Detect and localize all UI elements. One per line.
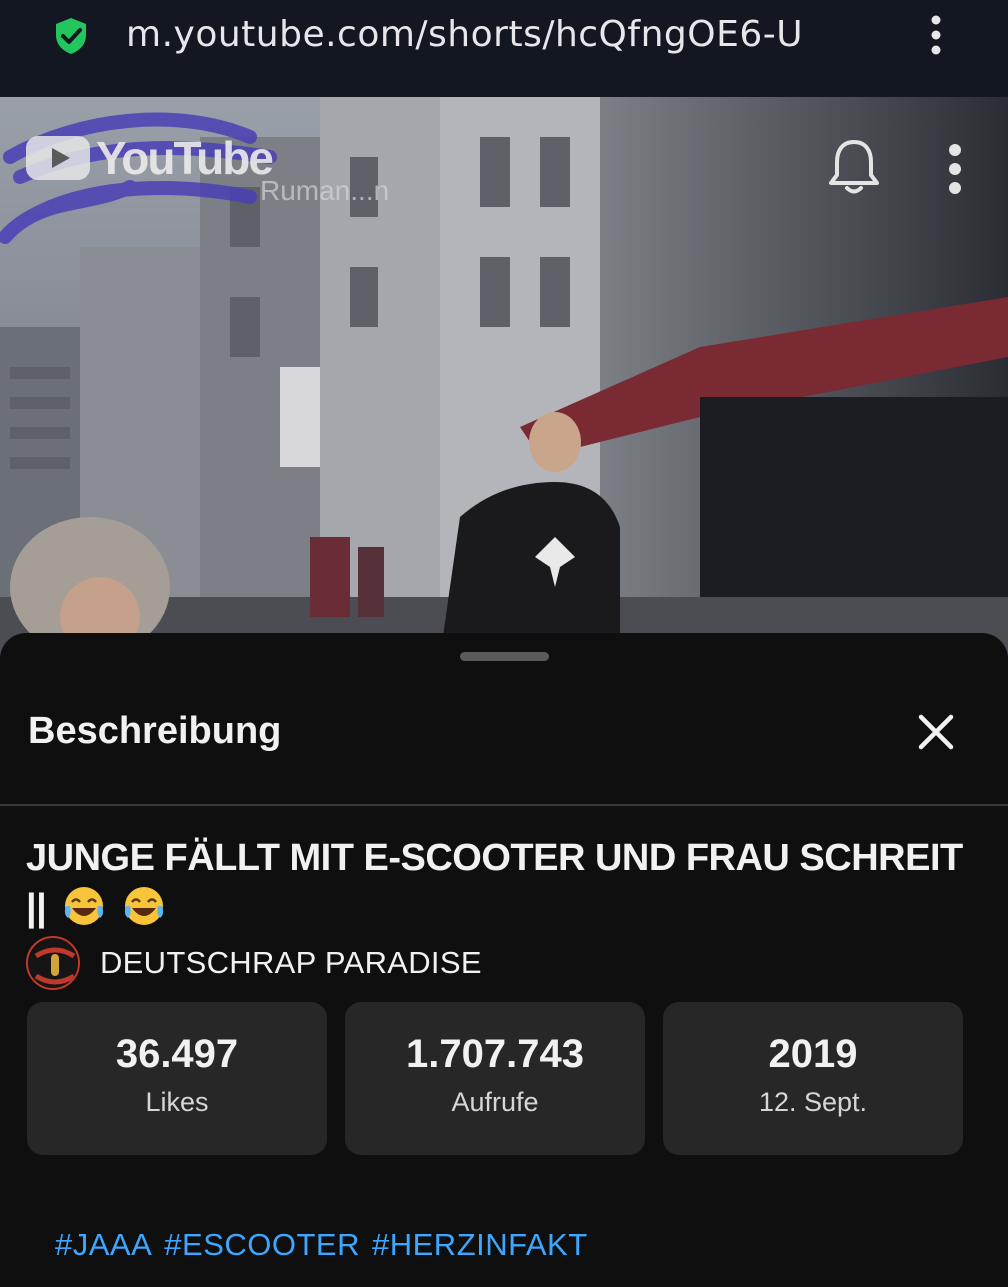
youtube-logo: YouTube	[26, 131, 274, 185]
channel-avatar[interactable]	[26, 936, 80, 990]
stat-value: 1.707.743	[406, 1031, 584, 1076]
bell-icon[interactable]	[826, 137, 882, 197]
sheet-title: Beschreibung	[28, 710, 282, 752]
stat-label: Aufrufe	[451, 1086, 539, 1117]
hashtag-link[interactable]: #JAAA	[55, 1227, 152, 1262]
stat-label: Likes	[145, 1086, 209, 1117]
stat-value: 36.497	[115, 1031, 239, 1076]
hashtag-link[interactable]: #HERZINFAKT	[372, 1227, 588, 1262]
face-with-tears-of-joy-icon	[65, 887, 104, 925]
stat-likes: 36.497 Likes	[27, 1002, 327, 1155]
shield-check-icon[interactable]	[54, 17, 88, 55]
hashtag-link[interactable]: #ESCOOTER	[164, 1227, 360, 1262]
stat-views: 1.707.743 Aufrufe	[345, 1002, 645, 1155]
channel-name[interactable]: DEUTSCHRAP PARADISE	[100, 945, 482, 981]
channel-logo-icon	[29, 939, 78, 988]
play-logo-icon	[26, 136, 90, 180]
face-with-tears-of-joy-icon	[125, 887, 164, 925]
drag-handle[interactable]	[460, 652, 549, 661]
video-title: JUNGE FÄLLT MIT E-SCOOTER UND FRAU SCHRE…	[26, 833, 976, 933]
stat-label: 12. Sept.	[758, 1086, 868, 1117]
divider	[0, 804, 1008, 806]
browser-url-bar: m.youtube.com/shorts/hcQfngOE6-U	[0, 0, 1008, 97]
svg-text:Ruman...n: Ruman...n	[260, 175, 389, 206]
close-icon[interactable]	[906, 702, 966, 762]
channel-link[interactable]: DEUTSCHRAP PARADISE	[26, 936, 482, 990]
stats-row: 36.497 Likes 1.707.743 Aufrufe 2019 12. …	[27, 1002, 963, 1155]
more-vertical-icon[interactable]	[938, 141, 972, 197]
url-address[interactable]: m.youtube.com/shorts/hcQfngOE6-U	[126, 14, 803, 55]
video-player[interactable]: Ruman...n YouTube	[0, 97, 1008, 657]
youtube-logo-text: YouTube	[96, 132, 274, 184]
video-title-text: JUNGE FÄLLT MIT E-SCOOTER UND FRAU SCHRE…	[26, 837, 963, 929]
more-vertical-icon[interactable]	[922, 14, 950, 58]
description-sheet: Beschreibung JUNGE FÄLLT MIT E-SCOOTER U…	[0, 633, 1008, 1287]
hashtag-list: #JAAA #ESCOOTER #HERZINFAKT	[55, 1227, 600, 1263]
stat-value: 2019	[768, 1031, 858, 1076]
stat-date: 2019 12. Sept.	[663, 1002, 963, 1155]
